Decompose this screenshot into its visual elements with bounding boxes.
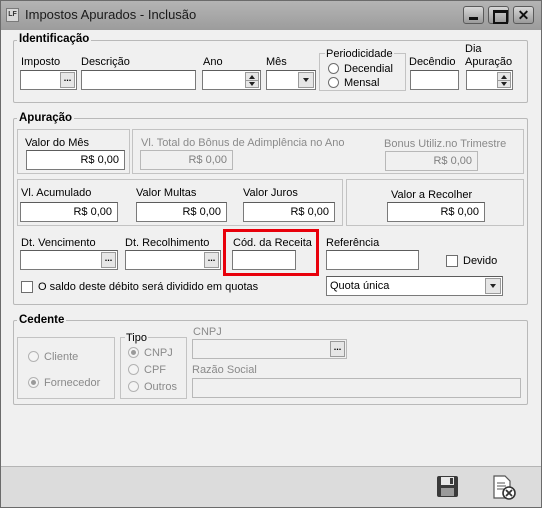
bonus-utiliz-value: R$ 0,00: [433, 155, 472, 167]
devido-checkbox[interactable]: [446, 255, 458, 267]
cedente-title: Cedente: [17, 314, 67, 327]
dia-apuracao-label-1: Dia: [465, 43, 482, 55]
cnpj-radio[interactable]: [128, 347, 139, 358]
multas-field[interactable]: R$ 0,00: [136, 202, 227, 222]
recolhimento-label: Dt. Recolhimento: [125, 237, 210, 249]
mes-select[interactable]: [266, 70, 316, 90]
spin-down-icon: [501, 82, 507, 86]
save-button[interactable]: [436, 475, 459, 498]
valor-mes-field[interactable]: R$ 0,00: [26, 150, 125, 170]
bonus-utiliz-field: R$ 0,00: [385, 151, 478, 171]
app-icon: LF: [6, 8, 19, 22]
mensal-label: Mensal: [344, 77, 380, 89]
cancel-document-icon: [493, 475, 516, 500]
periodicidade-label: Periodicidade: [325, 48, 394, 61]
floppy-disk-icon: [437, 476, 458, 497]
acumulado-field[interactable]: R$ 0,00: [20, 202, 118, 222]
juros-field[interactable]: R$ 0,00: [243, 202, 335, 222]
decendial-radio[interactable]: [328, 63, 339, 74]
recolhimento-calendar-button[interactable]: ...: [204, 252, 219, 268]
cnpj-field: ...: [192, 339, 347, 359]
cpf-radio[interactable]: [128, 364, 139, 375]
dia-apuracao-label-2: Apuração: [465, 56, 513, 68]
chevron-down-icon[interactable]: [485, 278, 501, 294]
close-button[interactable]: ✕: [513, 6, 534, 24]
vencimento-field[interactable]: ...: [20, 250, 118, 270]
decendio-label: Decêndio: [409, 56, 456, 68]
close-icon: ✕: [517, 7, 530, 23]
razao-social-label: Razão Social: [192, 364, 257, 376]
juros-value: R$ 0,00: [290, 206, 329, 218]
valor-mes-value: R$ 0,00: [80, 154, 119, 166]
quotas-label: O saldo deste débito será dividido em qu…: [38, 281, 259, 293]
imposto-label: Imposto: [21, 56, 61, 68]
recolher-value: R$ 0,00: [440, 206, 479, 218]
cpf-option-label: CPF: [144, 364, 166, 376]
quota-select[interactable]: Quota única: [326, 276, 503, 296]
total-bonus-label: Vl. Total do Bônus de Adimplência no Ano: [141, 137, 345, 149]
multas-value: R$ 0,00: [182, 206, 221, 218]
quota-selected-value: Quota única: [330, 280, 390, 292]
decendio-field[interactable]: [410, 70, 459, 90]
ano-spinner[interactable]: [245, 72, 259, 88]
juros-label: Valor Juros: [243, 187, 298, 199]
vencimento-label: Dt. Vencimento: [21, 237, 96, 249]
imposto-lookup-button[interactable]: ...: [60, 72, 75, 88]
spin-up-icon: [249, 75, 255, 79]
vencimento-calendar-button[interactable]: ...: [101, 252, 116, 268]
identificacao-title: Identificação: [17, 33, 92, 46]
valor-mes-label: Valor do Mês: [25, 137, 89, 149]
highlight-box: [223, 229, 319, 276]
fornecedor-label: Fornecedor: [44, 377, 101, 389]
acumulado-label: Vl. Acumulado: [21, 187, 92, 199]
mes-label: Mês: [266, 56, 287, 68]
multas-label: Valor Multas: [136, 187, 197, 199]
impostos-window: LF Impostos Apurados - Inclusão ✕ Identi…: [0, 0, 542, 508]
dia-apuracao-spinner[interactable]: [497, 72, 511, 88]
apuracao-title: Apuração: [17, 112, 75, 125]
minimize-button[interactable]: [463, 6, 484, 24]
quotas-checkbox[interactable]: [21, 281, 33, 293]
recolher-field[interactable]: R$ 0,00: [387, 202, 485, 222]
maximize-button[interactable]: [488, 6, 509, 24]
window-title: Impostos Apurados - Inclusão: [25, 7, 197, 22]
cliente-radio[interactable]: [28, 351, 39, 362]
referencia-label: Referência: [326, 237, 380, 249]
dia-apuracao-field[interactable]: [466, 70, 513, 90]
devido-label: Devido: [463, 255, 498, 267]
acumulado-value: R$ 0,00: [73, 206, 112, 218]
ano-label: Ano: [203, 56, 223, 68]
cnpj-option-label: CNPJ: [144, 347, 173, 359]
referencia-field[interactable]: [326, 250, 419, 270]
bottom-toolbar: [1, 466, 541, 507]
spin-down-icon: [249, 82, 255, 86]
outros-option-label: Outros: [144, 381, 178, 393]
cnpj-label: CNPJ: [193, 326, 222, 338]
descricao-field[interactable]: [81, 70, 196, 90]
spin-up-icon: [501, 75, 507, 79]
total-bonus-field: R$ 0,00: [140, 150, 233, 170]
chevron-down-icon[interactable]: [298, 72, 314, 88]
recolher-label: Valor a Recolher: [391, 189, 473, 201]
bonus-utiliz-label: Bonus Utiliz.no Trimestre: [384, 138, 507, 150]
ano-field[interactable]: [202, 70, 261, 90]
decendial-label: Decendial: [344, 63, 393, 75]
title-bar: LF Impostos Apurados - Inclusão ✕: [1, 1, 541, 30]
cnpj-lookup-button[interactable]: ...: [330, 341, 345, 357]
outros-radio[interactable]: [128, 381, 139, 392]
cancel-button[interactable]: [491, 475, 517, 501]
fornecedor-radio[interactable]: [28, 377, 39, 388]
razao-social-field: [192, 378, 521, 398]
cliente-label: Cliente: [44, 351, 79, 363]
tipo-label: Tipo: [125, 332, 148, 345]
recolhimento-field[interactable]: ...: [125, 250, 221, 270]
imposto-field[interactable]: ...: [20, 70, 77, 90]
descricao-label: Descrição: [81, 56, 130, 68]
mensal-radio[interactable]: [328, 77, 339, 88]
total-bonus-value: R$ 0,00: [188, 154, 227, 166]
